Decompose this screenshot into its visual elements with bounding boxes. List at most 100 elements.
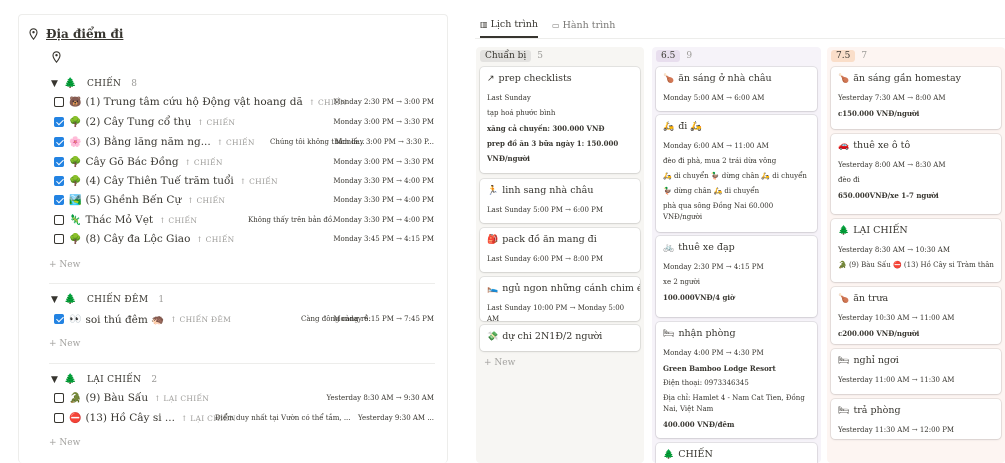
board-card[interactable]: 🍗 ăn trưa Yesterday 10:30 AM → 11:00 AM c20… (831, 287, 1001, 344)
checkbox[interactable] (54, 215, 64, 225)
card-property: 650.000VNĐ/xe 1-7 người (838, 191, 939, 200)
board-card[interactable]: 🚗 thuê xe ô tô Yesterday 8:00 AM → 8:30 AM… (831, 134, 1001, 214)
board-card[interactable]: 🌲 LẠI CHIẾN Yesterday 8:30 AM → 10:30 AM 🐊 … (831, 219, 1001, 282)
item-name[interactable]: (13) Hồ Cây si ... (85, 412, 174, 424)
collapse-triangle-icon[interactable]: ▼ (51, 295, 58, 305)
checkbox[interactable] (54, 137, 64, 147)
relation-tag[interactable]: ↑ CHIẾN (185, 158, 223, 167)
board-card[interactable]: 🛌 ngủ ngon những cánh chim én Last Sunday … (480, 277, 640, 321)
item-name[interactable]: Thác Mỏ Vẹt (85, 214, 153, 226)
item-time: Monday 3:00 PM → 3:30 P... (335, 138, 434, 146)
board-card[interactable]: 🍗 ăn sáng gần homestay Yesterday 7:30 AM →… (831, 67, 1001, 129)
checkbox[interactable] (54, 117, 64, 127)
board-card[interactable]: ↗ prep checklists Last Sunday tạp hoá phước… (480, 67, 640, 173)
item-emoji-icon: 🦎 (69, 214, 82, 226)
checkbox[interactable] (54, 97, 64, 107)
checkbox[interactable] (54, 234, 64, 244)
card-icon: 🛏 (838, 405, 850, 416)
card-title: 🏃 linh sang nhà châu (487, 185, 594, 196)
checkbox[interactable] (54, 413, 64, 423)
card-icon: 🌲 (663, 449, 675, 460)
group-header-chien-dem[interactable]: ▼ 🌲 CHIẾN ĐÊM 1 (51, 294, 164, 305)
item-name[interactable]: (4) Cây Thiên Tuế trăm tuổi (85, 175, 233, 187)
new-card-button[interactable]: + New (484, 358, 515, 368)
item-name[interactable]: (5) Ghềnh Bến Cự (85, 194, 181, 206)
list-item[interactable]: 🌳 (4) Cây Thiên Tuế trăm tuổi ↑ CHIẾN Monda… (54, 172, 434, 190)
tab-hanh-trinh[interactable]: ▭ Hành trình (552, 19, 615, 38)
checkbox[interactable] (54, 157, 64, 167)
board-card[interactable]: 🛏 trả phòng Yesterday 11:30 AM → 12:00 PM (831, 399, 1001, 439)
list-item[interactable]: 🌳 (8) Cây đa Lộc Giao ↑ CHIẾN Monday 3:45 P… (54, 230, 434, 248)
item-name[interactable]: (1) Trung tâm cứu hộ Động vật hoang dã (85, 96, 302, 108)
collapse-triangle-icon[interactable]: ▼ (51, 79, 58, 89)
item-name[interactable]: Cây Gõ Bác Đồng (85, 156, 178, 168)
column-header[interactable]: 6.5 9 (656, 50, 692, 62)
card-icon: 🍗 (838, 293, 850, 304)
item-name[interactable]: soi thú đêm 🦔 (85, 313, 164, 326)
board-card[interactable]: 🎒 pack đồ ăn mang đi Last Sunday 6:00 PM →… (480, 228, 640, 272)
new-row-button[interactable]: + New (49, 339, 80, 349)
item-name[interactable]: (8) Cây đa Lộc Giao (85, 233, 190, 245)
item-emoji-icon: 🌳 (69, 175, 82, 187)
item-name[interactable]: (9) Bàu Sấu (85, 392, 148, 404)
card-title: 🚗 thuê xe ô tô (838, 140, 911, 151)
card-property: Monday 5:00 AM → 6:00 AM (663, 94, 765, 102)
list-item[interactable]: 👀 soi thú đêm 🦔 ↑ CHIẾN ĐÊM Càng đông càng … (54, 310, 434, 328)
item-name[interactable]: (3) Bằng lăng năm ng... (85, 136, 210, 148)
card-property: phà qua sông Đồng Nai 60.000 VNĐ/người (663, 202, 774, 221)
database-title[interactable]: Địa điểm đi (29, 27, 123, 41)
checkbox[interactable] (54, 393, 64, 403)
group-header-lai-chien[interactable]: ▼ 🌲 LẠI CHIẾN 2 (51, 374, 157, 385)
card-title: 🛌 ngủ ngon những cánh chim én (487, 283, 640, 294)
card-icon: 🚲 (663, 242, 675, 253)
column-header[interactable]: Chuẩn bị 5 (480, 50, 543, 62)
card-property: Last Sunday 10:00 PM → Monday 5:00 AM (487, 304, 625, 321)
item-time: Yesterday 9:30 AM ... (358, 414, 434, 422)
new-row-button[interactable]: + New (49, 260, 80, 270)
relation-tag[interactable]: ↑ CHIẾN (159, 216, 197, 225)
column-header[interactable]: 7.5 7 (831, 50, 867, 62)
card-icon: 🛏 (838, 355, 850, 366)
list-item[interactable]: 🌳 Cây Gõ Bác Đồng ↑ CHIẾN Monday 3:00 PM → … (54, 153, 434, 171)
tab-lich-trinh[interactable]: ▥ Lịch trình (480, 19, 539, 38)
relation-tag[interactable]: ↑ CHIẾN (196, 235, 234, 244)
board-card[interactable]: 🍗 ăn sáng ở nhà châu Monday 5:00 AM → 6:00… (656, 67, 817, 111)
board-card[interactable]: 🌲 CHIẾN (656, 443, 817, 463)
relation-tag[interactable]: ↑ CHIẾN (187, 196, 225, 205)
collapse-triangle-icon[interactable]: ▼ (51, 375, 58, 385)
list-item[interactable]: ⛔ (13) Hồ Cây si ... ↑ LẠI CHIẾN Điểm duy n… (54, 409, 434, 427)
card-title: 🌲 LẠI CHIẾN (838, 225, 908, 236)
board-card[interactable]: 💸 dự chi 2N1Đ/2 người (480, 325, 640, 351)
relation-tag[interactable]: ↑ CHIẾN (217, 138, 255, 147)
board-card[interactable]: 🏃 linh sang nhà châu Last Sunday 5:00 PM →… (480, 179, 640, 223)
item-name[interactable]: (2) Cây Tung cổ thụ (85, 116, 191, 128)
board-card[interactable]: 🚲 thuê xe đạp Monday 2:30 PM → 4:15 PM xe 2… (656, 236, 817, 317)
checkbox[interactable] (54, 176, 64, 186)
list-item[interactable]: 🌳 (2) Cây Tung cổ thụ ↑ CHIẾN Monday 3:00 P… (54, 113, 434, 131)
card-property: 400.000 VNĐ/đêm (663, 420, 735, 429)
board-card[interactable]: 🛏 nghỉ ngơi Yesterday 11:00 AM → 11:30 AM (831, 349, 1001, 394)
card-property: Điện thoại: 0973346345 (663, 379, 749, 387)
card-property: Địa chỉ: Hamlet 4 - Nam Cat Tien, Đồng N… (663, 394, 805, 413)
card-property: Last Sunday 6:00 PM → 8:00 PM (487, 255, 604, 263)
list-item[interactable]: 🐊 (9) Bàu Sấu ↑ LẠI CHIẾN Yesterday 8:30 AM… (54, 389, 434, 407)
new-row-button[interactable]: + New (49, 438, 80, 448)
list-item[interactable]: 🦎 Thác Mỏ Vẹt ↑ CHIẾN Không thấy trên bản đ… (54, 211, 434, 229)
board-card[interactable]: 🛵 đi 🛵 Monday 6:00 AM → 11:00 AM đèo đi phà… (656, 115, 817, 232)
list-item[interactable]: 🌸 (3) Bằng lăng năm ng... ↑ CHIẾN Chúng tôi… (54, 133, 434, 151)
list-item[interactable]: 🐻 (1) Trung tâm cứu hộ Động vật hoang dã ↑… (54, 93, 434, 111)
relation-tag[interactable]: ↑ CHIẾN (240, 177, 278, 186)
list-item[interactable]: 🏞️ (5) Ghềnh Bến Cự ↑ CHIẾN Monday 3:30 PM … (54, 191, 434, 209)
item-emoji-icon: 🌳 (69, 156, 82, 168)
checkbox[interactable] (54, 314, 64, 324)
item-time: Monday 6:15 PM → 7:45 PM (333, 315, 434, 323)
relation-tag[interactable]: ↑ LẠI CHIẾN (154, 394, 209, 403)
relation-tag[interactable]: ↑ CHIẾN ĐÊM (170, 315, 231, 324)
card-icon: ↗ (487, 73, 495, 84)
group-header-chien[interactable]: ▼ 🌲 CHIẾN 8 (51, 78, 137, 89)
relation-tag[interactable]: ↑ CHIẾN (197, 118, 235, 127)
view-icon[interactable] (52, 51, 61, 66)
card-property: Monday 6:00 AM → 11:00 AM (663, 142, 769, 150)
checkbox[interactable] (54, 195, 64, 205)
board-card[interactable]: 🛏 nhận phòng Monday 4:00 PM → 4:30 PM Green… (656, 322, 817, 438)
